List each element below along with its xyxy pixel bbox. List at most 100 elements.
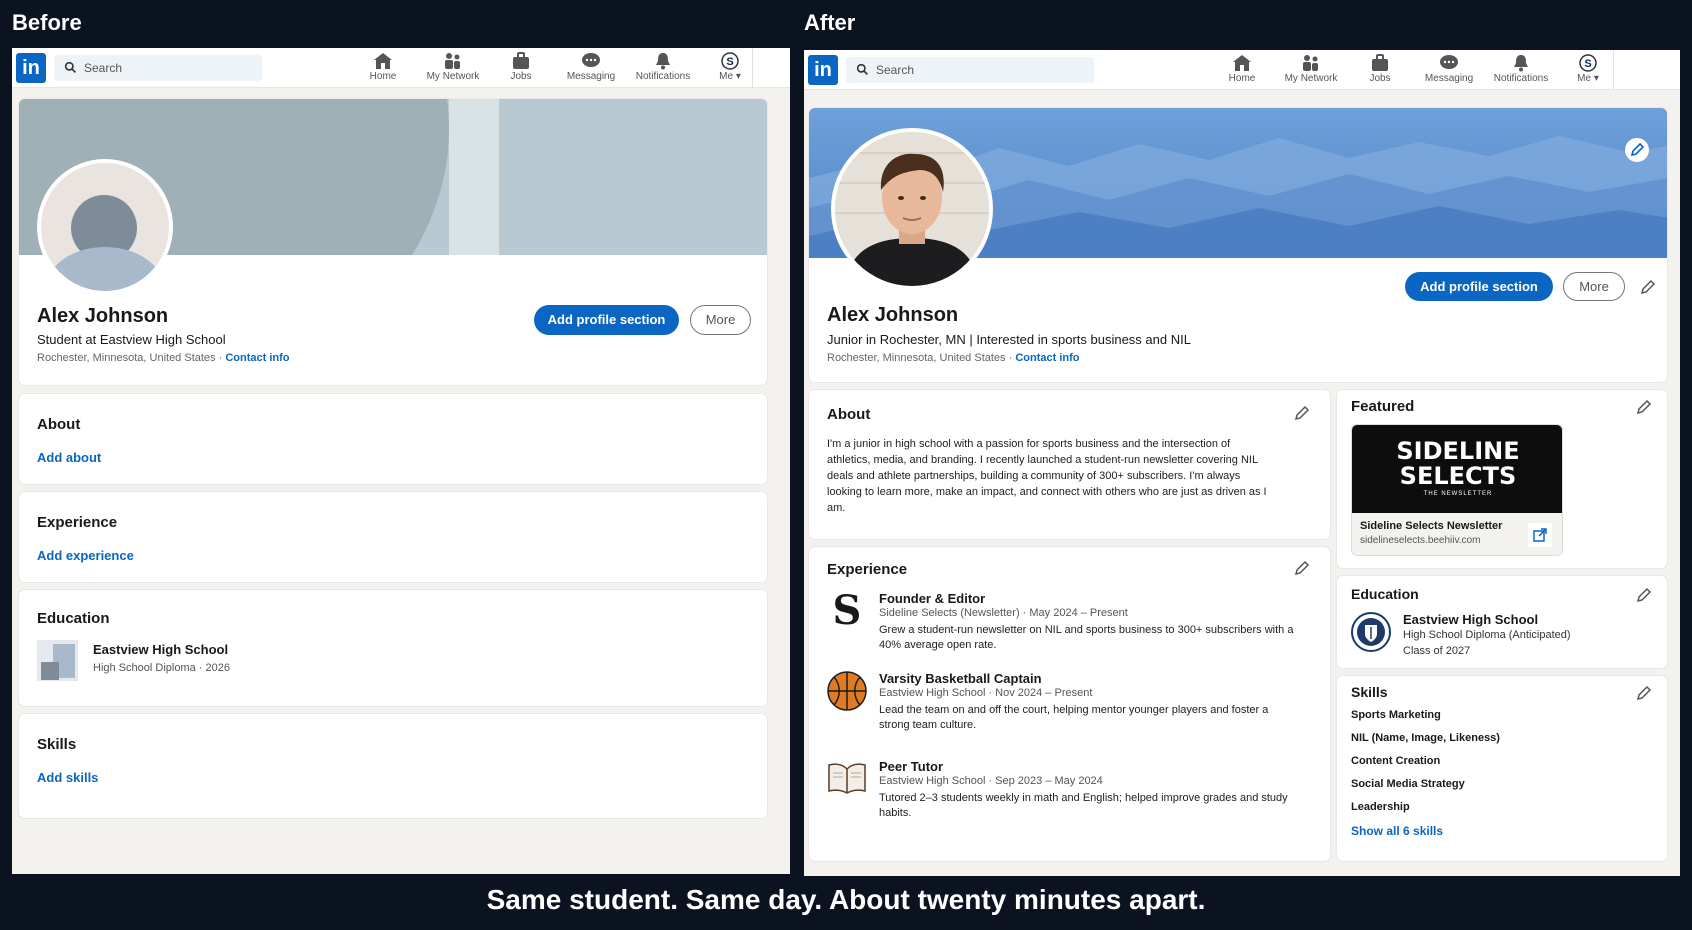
add-experience-link[interactable]: Add experience (37, 548, 134, 563)
featured-item[interactable]: SIDELINE SELECTS THE NEWSLETTER Sideline… (1351, 424, 1563, 556)
school-detail: High School Diploma · 2026 (93, 662, 230, 674)
search-input[interactable]: Search (54, 55, 262, 81)
nav-home[interactable]: Home (1207, 53, 1277, 84)
experience-item[interactable]: S Founder & Editor Sideline Selects (New… (827, 591, 1307, 663)
experience-item[interactable]: Varsity Basketball Captain Eastview High… (827, 671, 1307, 743)
nav-network[interactable]: My Network (1276, 53, 1346, 84)
add-profile-section-button[interactable]: Add profile section (534, 305, 679, 335)
nav-jobs[interactable]: Jobs (486, 51, 556, 82)
nav-me-label: Me (719, 71, 734, 82)
briefcase-icon (513, 52, 529, 69)
after-panel: in Search Home My Network Jobs Messaging… (804, 50, 1680, 876)
profile-photo[interactable] (831, 128, 993, 290)
experience-subtitle: Sideline Selects (Newsletter) · May 2024… (879, 607, 1128, 619)
featured-image-tag: THE NEWSLETTER (1423, 491, 1493, 497)
profile-name: Alex Johnson (827, 304, 959, 326)
experience-description: Grew a student-run newsletter on NIL and… (879, 624, 1294, 651)
nav-notifications[interactable]: Notifications (628, 51, 698, 82)
add-about-link[interactable]: Add about (37, 450, 101, 465)
featured-item-url: sidelineselects.beehiiv.com (1360, 535, 1481, 546)
about-card: About Add about (18, 393, 768, 485)
featured-item-title: Sideline Selects Newsletter (1360, 520, 1503, 532)
external-link-button[interactable] (1528, 523, 1552, 547)
edit-education-pencil-icon[interactable] (1635, 586, 1653, 604)
nav-messaging[interactable]: Messaging (1414, 53, 1484, 84)
featured-image: SIDELINE SELECTS THE NEWSLETTER (1352, 425, 1562, 513)
nav-divider (752, 48, 753, 88)
experience-card: Experience Add experience (18, 491, 768, 583)
separator-dot: · (1008, 352, 1013, 364)
cover-shape-strip (449, 99, 499, 255)
network-icon (1303, 55, 1318, 71)
bell-icon (656, 53, 670, 70)
education-card: Education Eastview High School High Scho… (1336, 575, 1668, 669)
nav-network-label: My Network (1284, 73, 1338, 84)
edit-intro-pencil-icon[interactable] (1639, 278, 1657, 296)
linkedin-logo[interactable]: in (16, 53, 46, 83)
s-logo-icon: S (832, 587, 862, 634)
skill-item: NIL (Name, Image, Likeness) (1351, 732, 1500, 744)
experience-item[interactable]: Peer Tutor Eastview High School · Sep 20… (827, 759, 1307, 831)
svg-text:S: S (1584, 58, 1591, 70)
profile-photo-placeholder[interactable] (37, 159, 173, 295)
skills-title: Skills (1351, 684, 1388, 700)
caption: Same student. Same day. About twenty min… (486, 884, 1206, 915)
education-card: Education Eastview High School High Scho… (18, 589, 768, 707)
edit-skills-pencil-icon[interactable] (1635, 684, 1653, 702)
profile-photo-portrait (835, 132, 989, 286)
search-placeholder: Search (84, 61, 123, 75)
experience-title-text: Peer Tutor (879, 759, 944, 774)
me-avatar-icon: S (1579, 54, 1597, 72)
contact-info-link[interactable]: Contact info (1015, 352, 1079, 364)
avatar-body (47, 247, 163, 291)
book-icon (828, 763, 866, 794)
nav-divider (1613, 50, 1614, 90)
top-nav: in Search Home My Network Jobs Messaging… (12, 48, 790, 88)
edit-experience-pencil-icon[interactable] (1293, 559, 1311, 577)
before-label: Before (12, 10, 82, 35)
me-avatar-icon: S (721, 52, 739, 70)
nav-me[interactable]: S Me ▾ (695, 51, 765, 82)
chevron-down-icon: ▾ (1593, 73, 1599, 84)
add-skills-link[interactable]: Add skills (37, 770, 98, 785)
search-icon (856, 63, 868, 75)
nav-network-label: My Network (426, 71, 480, 82)
experience-subtitle: Eastview High School · Nov 2024 – Presen… (879, 687, 1093, 699)
about-card: About I'm a junior in high school with a… (808, 389, 1331, 540)
profile-intro-card: Add profile section More Alex Johnson Ju… (808, 107, 1668, 383)
edit-featured-pencil-icon[interactable] (1635, 398, 1653, 416)
edit-about-pencil-icon[interactable] (1293, 404, 1311, 422)
experience-card: Experience S Founder & Editor Sideline S… (808, 546, 1331, 862)
experience-title-text: Founder & Editor (879, 591, 986, 606)
network-icon (445, 53, 460, 69)
skill-item: Social Media Strategy (1351, 778, 1465, 790)
contact-info-link[interactable]: Contact info (225, 352, 289, 364)
search-input[interactable]: Search (846, 57, 1094, 83)
experience-description: Tutored 2–3 students weekly in math and … (879, 792, 1288, 819)
about-title: About (827, 406, 871, 423)
featured-title: Featured (1351, 398, 1415, 415)
nav-home-label: Home (369, 71, 397, 82)
show-all-skills-link[interactable]: Show all 6 skills (1351, 824, 1443, 838)
nav-jobs[interactable]: Jobs (1345, 53, 1415, 84)
about-text: I'm a junior in high school with a passi… (827, 438, 1267, 514)
skills-card: Skills Sports Marketing NIL (Name, Image… (1336, 675, 1668, 862)
nav-notifications-label: Notifications (1493, 73, 1549, 84)
linkedin-logo[interactable]: in (808, 55, 838, 85)
more-button[interactable]: More (690, 305, 751, 335)
home-icon (374, 53, 392, 69)
nav-home[interactable]: Home (348, 51, 418, 82)
nav-messaging[interactable]: Messaging (556, 51, 626, 82)
add-profile-section-button[interactable]: Add profile section (1405, 272, 1553, 301)
nav-network[interactable]: My Network (418, 51, 488, 82)
school-class: Class of 2027 (1403, 645, 1471, 657)
more-button[interactable]: More (1563, 272, 1625, 301)
nav-notifications[interactable]: Notifications (1486, 53, 1556, 84)
skills-card: Skills Add skills (18, 713, 768, 819)
briefcase-icon (1372, 54, 1388, 71)
profile-location: Rochester, Minnesota, United States (37, 352, 216, 364)
school-crest-icon (1351, 612, 1391, 652)
edit-cover-button[interactable] (1625, 138, 1649, 162)
profile-location: Rochester, Minnesota, United States (827, 352, 1006, 364)
profile-location-line: Rochester, Minnesota, United States · Co… (827, 352, 1080, 364)
